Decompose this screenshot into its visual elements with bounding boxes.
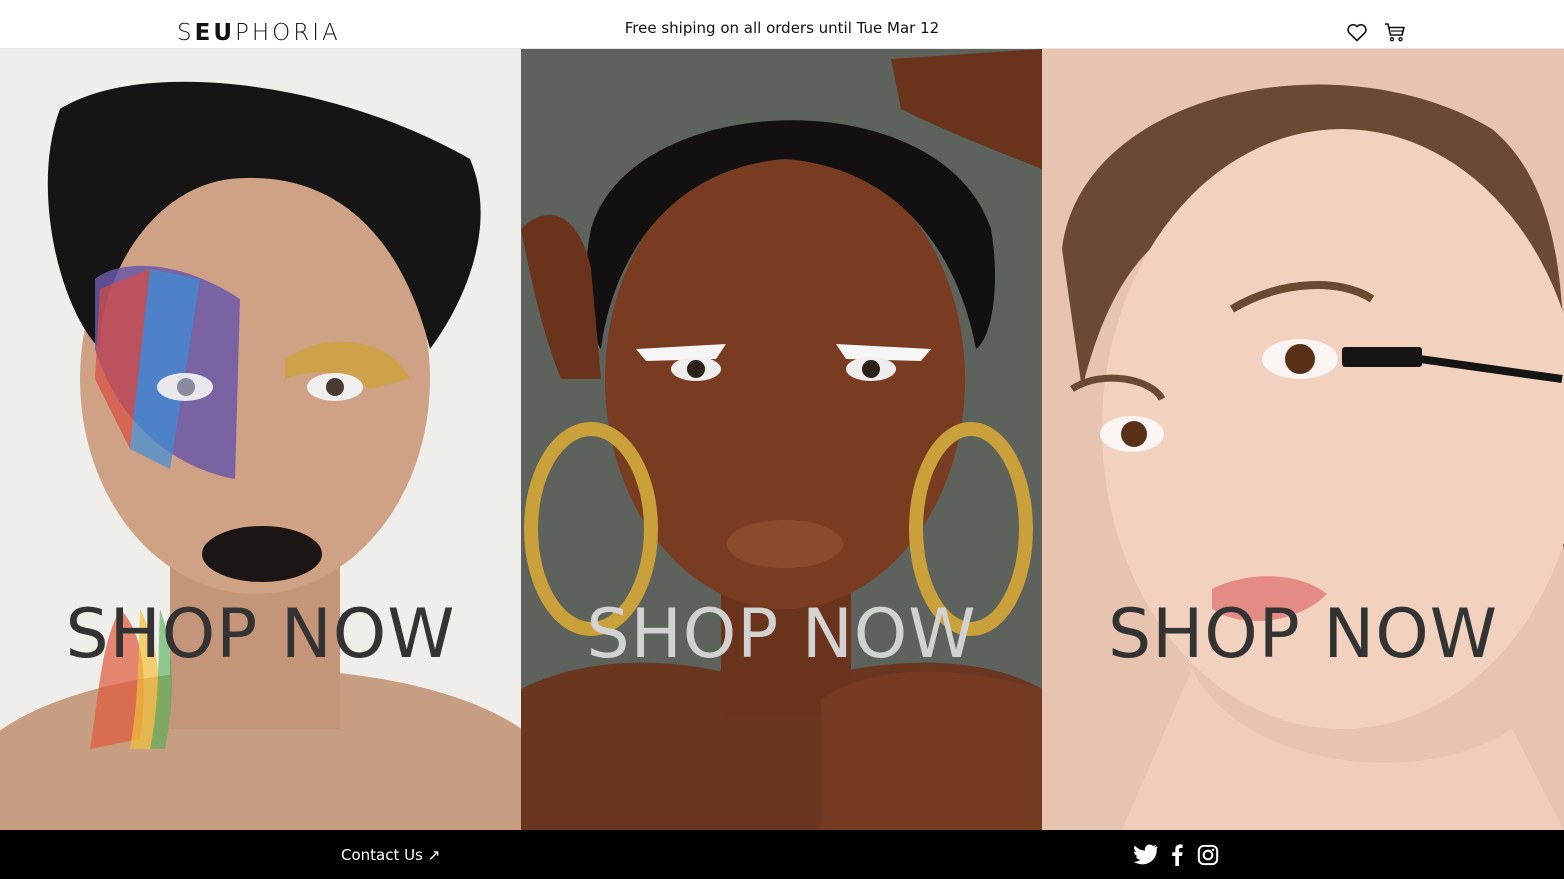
shop-now-label: SHOP NOW	[65, 595, 456, 674]
shop-now-label: SHOP NOW	[1107, 595, 1499, 674]
hero-panels: SHOP NOW SHOP NOW SHOP NOW	[0, 49, 1564, 830]
twitter-icon[interactable]	[1133, 844, 1158, 866]
site-footer: Contact Us ↗	[0, 830, 1564, 879]
instagram-icon[interactable]	[1197, 844, 1221, 866]
facebook-icon[interactable]	[1170, 844, 1184, 866]
contact-us-link[interactable]: Contact Us ↗	[341, 846, 440, 864]
model-photo-mascara	[1042, 49, 1564, 830]
model-photo-gold-hoops	[521, 49, 1042, 830]
model-photo-rainbow-makeup	[0, 49, 521, 830]
shop-panel-3[interactable]: SHOP NOW	[1042, 49, 1564, 830]
shop-panel-1[interactable]: SHOP NOW	[0, 49, 521, 830]
shop-panel-2[interactable]: SHOP NOW	[521, 49, 1042, 830]
promo-banner: Free shiping on all orders until Tue Mar…	[624, 19, 940, 37]
site-header: SEUPHORIA Free shiping on all orders unt…	[0, 0, 1564, 49]
header-actions	[1345, 20, 1407, 44]
cart-icon[interactable]	[1383, 20, 1407, 44]
social-links	[1133, 844, 1221, 866]
shop-now-label: SHOP NOW	[586, 595, 977, 674]
heart-icon[interactable]	[1345, 20, 1369, 44]
